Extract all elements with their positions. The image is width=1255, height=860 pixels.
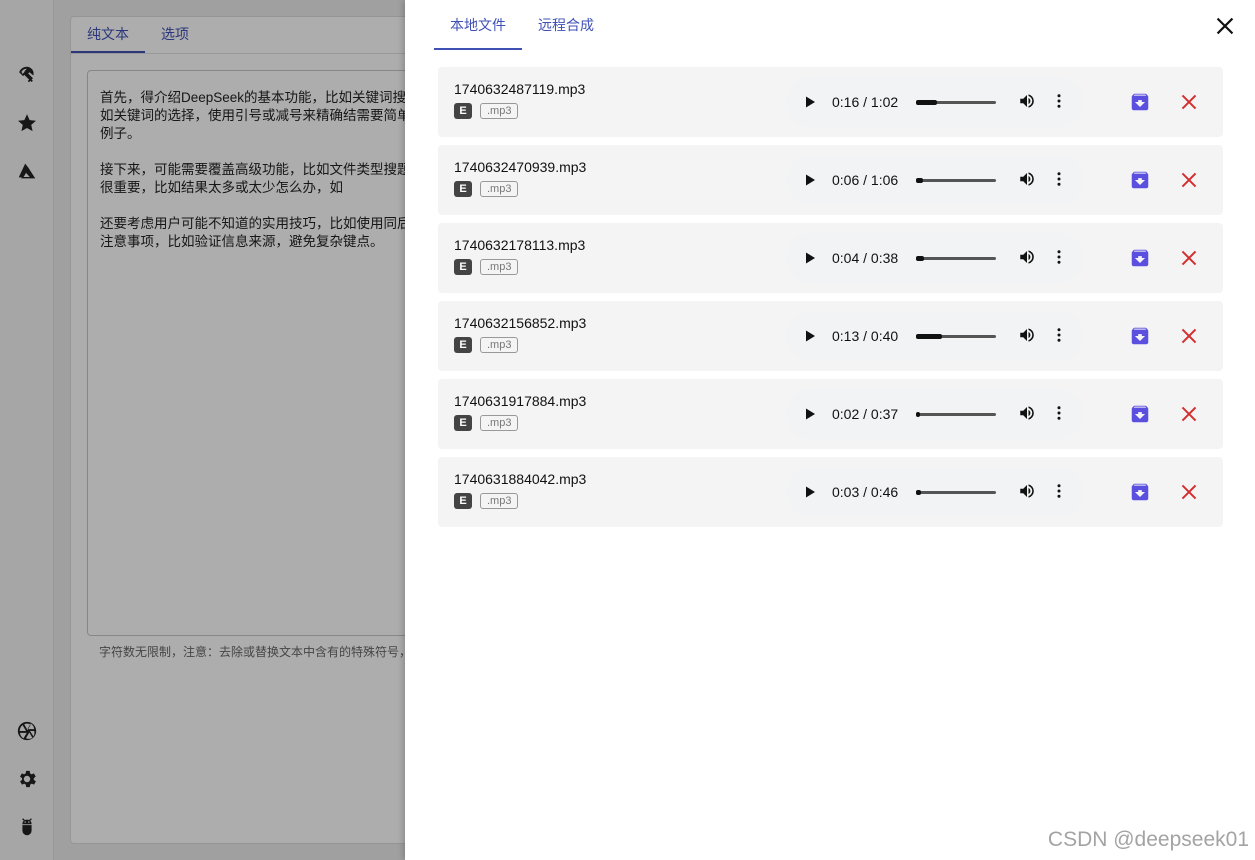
delete-icon[interactable] — [1179, 326, 1199, 346]
download-icon[interactable] — [1129, 247, 1151, 269]
play-icon[interactable] — [802, 406, 818, 422]
delete-icon[interactable] — [1179, 248, 1199, 268]
playback-time: 0:02 / 0:37 — [832, 406, 899, 422]
file-name: 1740631884042.mp3 — [454, 471, 587, 487]
file-name: 1740631917884.mp3 — [454, 393, 587, 409]
progress-fill — [916, 100, 937, 105]
encoding-badge: E — [454, 181, 472, 197]
volume-icon[interactable] — [1018, 482, 1036, 500]
progress-slider[interactable] — [916, 100, 996, 105]
encoding-badge: E — [454, 259, 472, 275]
file-row: 1740632156852.mp3 E .mp3 0:13 / 0:40 — [438, 301, 1223, 371]
playback-time: 0:04 / 0:38 — [832, 250, 899, 266]
play-icon[interactable] — [802, 250, 818, 266]
playback-time: 0:13 / 0:40 — [832, 328, 899, 344]
download-icon[interactable] — [1129, 325, 1151, 347]
file-name: 1740632178113.mp3 — [454, 237, 586, 253]
volume-icon[interactable] — [1018, 170, 1036, 188]
more-vert-icon[interactable] — [1050, 404, 1068, 422]
file-badges: E .mp3 — [454, 259, 519, 275]
encoding-badge: E — [454, 103, 472, 119]
play-icon[interactable] — [802, 172, 818, 188]
more-vert-icon[interactable] — [1050, 170, 1068, 188]
audio-player: 0:04 / 0:38 — [786, 233, 1084, 283]
file-row: 1740632487119.mp3 E .mp3 0:16 / 1:02 — [438, 67, 1223, 137]
file-name: 1740632156852.mp3 — [454, 315, 587, 331]
file-badges: E .mp3 — [454, 493, 519, 509]
extension-badge: .mp3 — [480, 259, 519, 275]
progress-fill — [916, 412, 921, 417]
audio-player: 0:06 / 1:06 — [786, 155, 1084, 205]
audio-player: 0:02 / 0:37 — [786, 389, 1084, 439]
more-vert-icon[interactable] — [1050, 92, 1068, 110]
audio-player: 0:13 / 0:40 — [786, 311, 1084, 361]
delete-icon[interactable] — [1179, 92, 1199, 112]
volume-icon[interactable] — [1018, 92, 1036, 110]
progress-fill — [916, 490, 922, 495]
play-icon[interactable] — [802, 328, 818, 344]
volume-icon[interactable] — [1018, 404, 1036, 422]
file-name: 1740632470939.mp3 — [454, 159, 587, 175]
extension-badge: .mp3 — [480, 181, 519, 197]
play-icon[interactable] — [802, 484, 818, 500]
file-name: 1740632487119.mp3 — [454, 81, 586, 97]
progress-slider[interactable] — [916, 412, 996, 417]
progress-fill — [916, 178, 924, 183]
delete-icon[interactable] — [1179, 404, 1199, 424]
files-drawer: 本地文件 远程合成 1740632487119.mp3 E .mp3 0:16 … — [405, 0, 1255, 860]
progress-slider[interactable] — [916, 334, 996, 339]
download-icon[interactable] — [1129, 169, 1151, 191]
file-row: 1740631917884.mp3 E .mp3 0:02 / 0:37 — [438, 379, 1223, 449]
volume-icon[interactable] — [1018, 326, 1036, 344]
progress-slider[interactable] — [916, 178, 996, 183]
file-list: 1740632487119.mp3 E .mp3 0:16 / 1:02 174… — [438, 67, 1223, 535]
progress-fill — [916, 334, 942, 339]
close-button[interactable] — [1213, 14, 1237, 38]
delete-icon[interactable] — [1179, 482, 1199, 502]
progress-slider[interactable] — [916, 256, 996, 261]
more-vert-icon[interactable] — [1050, 326, 1068, 344]
progress-slider[interactable] — [916, 490, 996, 495]
watermark: CSDN @deepseek01 — [1047, 828, 1249, 851]
encoding-badge: E — [454, 415, 472, 431]
progress-fill — [916, 256, 925, 261]
tab-local-files[interactable]: 本地文件 — [434, 0, 522, 50]
audio-player: 0:03 / 0:46 — [786, 467, 1084, 517]
file-row: 1740632470939.mp3 E .mp3 0:06 / 1:06 — [438, 145, 1223, 215]
more-vert-icon[interactable] — [1050, 482, 1068, 500]
drawer-tabs: 本地文件 远程合成 — [434, 0, 610, 50]
download-icon[interactable] — [1129, 481, 1151, 503]
encoding-badge: E — [454, 493, 472, 509]
playback-time: 0:06 / 1:06 — [832, 172, 899, 188]
file-badges: E .mp3 — [454, 103, 519, 119]
download-icon[interactable] — [1129, 403, 1151, 425]
playback-time: 0:16 / 1:02 — [832, 94, 899, 110]
play-icon[interactable] — [802, 94, 818, 110]
tab-remote-synthesis[interactable]: 远程合成 — [522, 0, 610, 50]
extension-badge: .mp3 — [480, 493, 519, 509]
file-badges: E .mp3 — [454, 181, 519, 197]
more-vert-icon[interactable] — [1050, 248, 1068, 266]
playback-time: 0:03 / 0:46 — [832, 484, 899, 500]
extension-badge: .mp3 — [480, 103, 519, 119]
file-row: 1740632178113.mp3 E .mp3 0:04 / 0:38 — [438, 223, 1223, 293]
volume-icon[interactable] — [1018, 248, 1036, 266]
close-icon — [1216, 17, 1234, 35]
audio-player: 0:16 / 1:02 — [786, 77, 1084, 127]
extension-badge: .mp3 — [480, 337, 519, 353]
download-icon[interactable] — [1129, 91, 1151, 113]
file-row: 1740631884042.mp3 E .mp3 0:03 / 0:46 — [438, 457, 1223, 527]
file-badges: E .mp3 — [454, 337, 519, 353]
file-badges: E .mp3 — [454, 415, 519, 431]
extension-badge: .mp3 — [480, 415, 519, 431]
delete-icon[interactable] — [1179, 170, 1199, 190]
encoding-badge: E — [454, 337, 472, 353]
